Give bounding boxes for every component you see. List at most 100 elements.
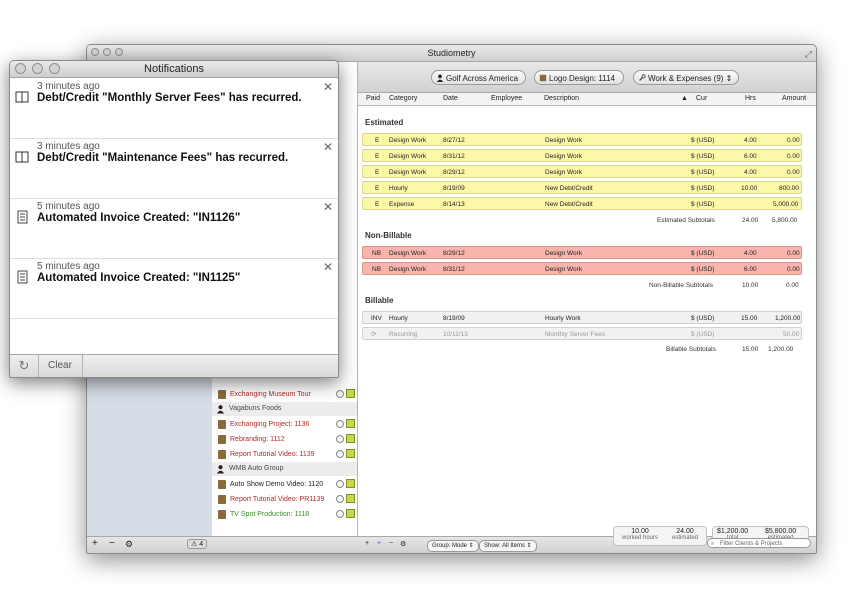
chevron-updown-icon: ⇕: [726, 74, 733, 83]
client-row[interactable]: WMB Auto Group: [212, 462, 357, 476]
project-row[interactable]: Rebranding: 1112: [212, 432, 357, 447]
minimize-window-button[interactable]: [32, 63, 43, 74]
check-icon[interactable]: [346, 389, 355, 398]
description-cell: Design Work: [545, 247, 582, 260]
project-popup[interactable]: Logo Design: 1114: [534, 70, 624, 85]
date-cell: 8/29/12: [443, 166, 465, 179]
project-label: Rebranding: 1112: [230, 432, 285, 447]
check-icon[interactable]: [346, 434, 355, 443]
project-row[interactable]: Auto Show Demo Video: 1120: [212, 477, 357, 492]
table-row[interactable]: ⟳ Recurring 10/11/13 Monthly Server Fees…: [362, 327, 802, 340]
close-window-button[interactable]: [91, 48, 99, 56]
notification-item[interactable]: 3 minutes ago Debt/Credit "Monthly Serve…: [10, 78, 338, 139]
view-popup[interactable]: Work & Expenses (9) ⇕: [633, 70, 739, 85]
col-paid[interactable]: Paid: [366, 95, 380, 102]
col-cur[interactable]: Cur: [696, 95, 707, 102]
filter-placeholder: Filter Clients & Projects: [720, 541, 782, 547]
project-row[interactable]: Exchanging Museum Tour: [212, 387, 357, 402]
remove-client-button[interactable]: −: [109, 538, 115, 549]
warning-icon: ⚠: [191, 541, 197, 548]
table-row[interactable]: E Design Work 8/31/12 Design Work $ (USD…: [362, 149, 802, 162]
remove-item-button[interactable]: −: [389, 540, 393, 547]
table-row[interactable]: E Expense 8/14/13 New Debt/Credit $ (USD…: [362, 197, 802, 210]
description-cell: Design Work: [545, 263, 582, 276]
col-amount[interactable]: Amount: [782, 95, 806, 102]
project-label: Report Tutorial Video: 1139: [230, 447, 315, 462]
amount-cell: 0.00: [787, 134, 800, 147]
table-row[interactable]: NB Design Work 8/31/12 Design Work $ (US…: [362, 262, 802, 275]
worked-hours-value: 10.00: [622, 528, 658, 535]
add-expense-button[interactable]: +: [377, 540, 381, 547]
col-date[interactable]: Date: [443, 95, 458, 102]
window-controls: [91, 48, 123, 56]
project-row[interactable]: TV Spot Production: 1118: [212, 507, 357, 522]
notification-item[interactable]: 3 minutes ago Debt/Credit "Maintenance F…: [10, 138, 338, 199]
close-icon[interactable]: ✕: [323, 200, 333, 214]
project-row[interactable]: Exchanging Project: 1136: [212, 417, 357, 432]
close-window-button[interactable]: [15, 63, 26, 74]
minimize-window-button[interactable]: [103, 48, 111, 56]
check-icon[interactable]: [346, 479, 355, 488]
col-description[interactable]: Description: [544, 95, 579, 102]
window-controls: [15, 63, 60, 74]
table-row[interactable]: INV Hourly 8/19/09 Hourly Work $ (USD) 1…: [362, 311, 802, 324]
project-row[interactable]: Report Tutorial Video: PR1139: [212, 492, 357, 507]
show-filter-popup[interactable]: Show: All Items ⇕: [479, 540, 537, 552]
zoom-window-button[interactable]: [49, 63, 60, 74]
clear-button[interactable]: Clear: [38, 355, 83, 377]
clock-icon[interactable]: [336, 390, 344, 398]
close-icon[interactable]: ✕: [323, 260, 333, 274]
add-item-button[interactable]: +: [365, 540, 369, 547]
amount-cell: 1,200.00: [775, 312, 800, 325]
paid-cell: E: [375, 166, 379, 179]
category-cell: Hourly: [389, 312, 408, 325]
category-cell: Design Work: [389, 247, 426, 260]
filter-input[interactable]: ⌕ Filter Clients & Projects: [707, 538, 811, 548]
project-toolbar: Golf Across America Logo Design: 1114 Wo…: [358, 62, 816, 93]
sort-asc-icon: ▲: [681, 95, 688, 102]
col-employee[interactable]: Employee: [491, 95, 522, 102]
project-icon: [218, 495, 226, 504]
client-popup[interactable]: Golf Across America: [431, 70, 526, 85]
clock-icon[interactable]: [336, 435, 344, 443]
project-row[interactable]: Report Tutorial Video: 1139: [212, 447, 357, 462]
gear-icon[interactable]: ⚙: [400, 540, 406, 548]
refresh-icon[interactable]: ↻: [10, 355, 39, 377]
clock-icon[interactable]: [336, 510, 344, 518]
project-icon: [218, 480, 226, 489]
category-cell: Design Work: [389, 134, 426, 147]
date-cell: 8/29/12: [443, 247, 465, 260]
hours-cell: 4.00: [744, 247, 757, 260]
client-row[interactable]: Vagabuns Foods: [212, 402, 357, 416]
check-icon[interactable]: [346, 509, 355, 518]
check-icon[interactable]: [346, 449, 355, 458]
clock-icon[interactable]: [336, 450, 344, 458]
close-icon[interactable]: ✕: [323, 80, 333, 94]
amount-cell: 0.00: [787, 247, 800, 260]
warnings-button[interactable]: ⚠ 4: [187, 539, 207, 549]
table-row[interactable]: E Hourly 8/19/09 New Debt/Credit $ (USD)…: [362, 181, 802, 194]
table-row[interactable]: E Design Work 8/27/12 Design Work $ (USD…: [362, 133, 802, 146]
check-icon[interactable]: [346, 419, 355, 428]
table-row[interactable]: NB Design Work 8/29/12 Design Work $ (US…: [362, 246, 802, 259]
table-row[interactable]: E Design Work 8/29/12 Design Work $ (USD…: [362, 165, 802, 178]
clock-icon[interactable]: [336, 495, 344, 503]
zoom-window-button[interactable]: [115, 48, 123, 56]
group-mode-popup[interactable]: Group: Mode ⇕: [427, 540, 479, 552]
col-hrs[interactable]: Hrs: [745, 95, 756, 102]
add-client-button[interactable]: +: [92, 538, 98, 549]
clock-icon[interactable]: [336, 420, 344, 428]
clock-icon[interactable]: [336, 480, 344, 488]
paid-cell: NB: [372, 263, 381, 276]
category-cell: Expense: [389, 198, 414, 211]
close-icon[interactable]: ✕: [323, 140, 333, 154]
fullscreen-icon[interactable]: ⤢: [805, 46, 812, 62]
check-icon[interactable]: [346, 494, 355, 503]
hours-stats: 10.00 worked hours 24.00 estimated: [613, 526, 707, 546]
currency-cell: $ (USD): [691, 166, 714, 179]
notification-item[interactable]: 5 minutes ago Automated Invoice Created:…: [10, 258, 338, 319]
wrench-icon: [638, 74, 646, 82]
gear-icon[interactable]: ⚙: [125, 539, 133, 550]
notification-item[interactable]: 5 minutes ago Automated Invoice Created:…: [10, 198, 338, 259]
col-category[interactable]: Category: [389, 95, 417, 102]
